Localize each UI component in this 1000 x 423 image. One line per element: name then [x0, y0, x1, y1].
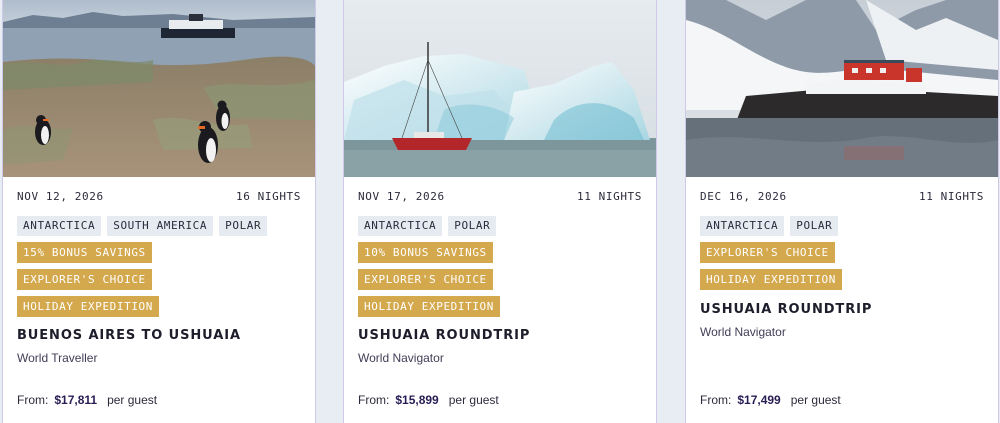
- nights-count: 16 NIGHTS: [235, 190, 301, 203]
- nights-count: 11 NIGHTS: [918, 190, 984, 203]
- departure-date: DEC 16, 2026: [700, 190, 787, 203]
- ship-name: World Navigator: [358, 351, 444, 365]
- offer-badges: 15% BONUS SAVINGS EXPLORER'S CHOICE HOLI…: [17, 242, 160, 323]
- from-label: From:: [700, 393, 732, 407]
- tag-antarctica: ANTARCTICA: [358, 216, 443, 236]
- per-guest-label: per guest: [107, 393, 158, 407]
- nights-count: 11 NIGHTS: [576, 190, 642, 203]
- price-row: From: $17,499 per guest: [700, 393, 841, 407]
- voyage-title[interactable]: USHUAIA ROUNDTRIP: [700, 302, 988, 317]
- per-guest-label: per guest: [448, 393, 499, 407]
- voyage-title[interactable]: USHUAIA ROUNDTRIP: [358, 328, 646, 343]
- price-amount: $15,899: [395, 393, 439, 407]
- badge-explorers-choice: EXPLORER'S CHOICE: [17, 269, 152, 290]
- offer-badges: EXPLORER'S CHOICE HOLIDAY EXPEDITION: [700, 242, 843, 296]
- region-tags: ANTARCTICA POLAR: [700, 216, 988, 236]
- tag-antarctica: ANTARCTICA: [700, 216, 785, 236]
- tag-antarctica: ANTARCTICA: [17, 216, 102, 236]
- penguins-cruise-ship-photo[interactable]: [3, 0, 315, 177]
- from-label: From:: [17, 393, 49, 407]
- cruise-card-ushuaia-roundtrip-dec[interactable]: DEC 16, 2026 11 NIGHTS ANTARCTICA POLAR …: [685, 0, 999, 423]
- price-row: From: $17,811 per guest: [17, 393, 157, 407]
- tag-polar: POLAR: [790, 216, 839, 236]
- tag-polar: POLAR: [219, 216, 268, 236]
- iceberg-sailboat-photo[interactable]: [344, 0, 656, 177]
- tag-polar: POLAR: [448, 216, 497, 236]
- tag-south-america: SOUTH AMERICA: [107, 216, 214, 236]
- departure-date: NOV 12, 2026: [17, 190, 104, 203]
- cruise-card-buenos-aires-to-ushuaia[interactable]: NOV 12, 2026 16 NIGHTS ANTARCTICA SOUTH …: [2, 0, 316, 423]
- departure-info: NOV 12, 2026 16 NIGHTS: [17, 190, 301, 203]
- price-amount: $17,499: [737, 393, 781, 407]
- badge-explorers-choice: EXPLORER'S CHOICE: [358, 269, 493, 290]
- badge-explorers-choice: EXPLORER'S CHOICE: [700, 242, 835, 263]
- badge-holiday-expedition: HOLIDAY EXPEDITION: [17, 296, 160, 317]
- badge-holiday-expedition: HOLIDAY EXPEDITION: [358, 296, 501, 317]
- antarctic-station-photo[interactable]: [686, 0, 998, 177]
- price-row: From: $15,899 per guest: [358, 393, 499, 407]
- badge-holiday-expedition: HOLIDAY EXPEDITION: [700, 269, 843, 290]
- badge-bonus-savings: 15% BONUS SAVINGS: [17, 242, 152, 263]
- badge-bonus-savings: 10% BONUS SAVINGS: [358, 242, 493, 263]
- departure-info: DEC 16, 2026 11 NIGHTS: [700, 190, 984, 203]
- per-guest-label: per guest: [790, 393, 841, 407]
- departure-date: NOV 17, 2026: [358, 190, 445, 203]
- region-tags: ANTARCTICA SOUTH AMERICA POLAR: [17, 216, 305, 236]
- departure-info: NOV 17, 2026 11 NIGHTS: [358, 190, 642, 203]
- from-label: From:: [358, 393, 390, 407]
- offer-badges: 10% BONUS SAVINGS EXPLORER'S CHOICE HOLI…: [358, 242, 501, 323]
- cruise-card-ushuaia-roundtrip-nov[interactable]: NOV 17, 2026 11 NIGHTS ANTARCTICA POLAR …: [343, 0, 657, 423]
- voyage-title[interactable]: BUENOS AIRES TO USHUAIA: [17, 328, 305, 343]
- region-tags: ANTARCTICA POLAR: [358, 216, 646, 236]
- ship-name: World Navigator: [700, 325, 786, 339]
- ship-name: World Traveller: [17, 351, 98, 365]
- price-amount: $17,811: [54, 393, 98, 407]
